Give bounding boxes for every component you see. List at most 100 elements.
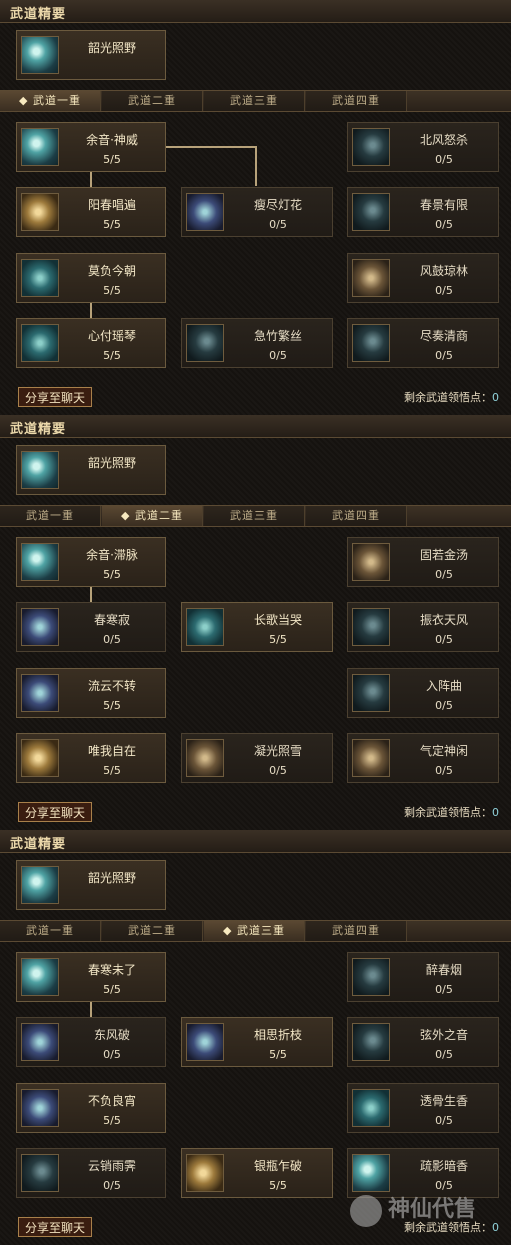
skill-icon: [352, 543, 390, 581]
connector-line: [90, 171, 92, 187]
skill-level: 0/5: [103, 1048, 121, 1061]
active-tab-marker-icon: ◆: [223, 924, 237, 937]
skill-node[interactable]: 云销雨霁 0/5: [16, 1148, 166, 1198]
skill-node[interactable]: 余音·神威 5/5: [16, 122, 166, 172]
talent-panel-1: 武道精要 韶光照野 ◆ 武道一重 武道二重 武道三重 武道四重 余音·神威 5/5…: [0, 0, 511, 415]
tab-label: 武道三重: [236, 924, 285, 937]
skill-node[interactable]: 不负良宵 5/5: [16, 1083, 166, 1133]
skill-node[interactable]: 长歌当哭 5/5: [181, 602, 333, 652]
skill-name: 心付瑶琴: [87, 329, 136, 343]
skill-node[interactable]: 春景有限 0/5: [347, 187, 499, 237]
skill-node[interactable]: 急竹繁丝 0/5: [181, 318, 333, 368]
skill-level: 5/5: [269, 1048, 287, 1061]
tab-tier-2[interactable]: 武道二重: [102, 921, 203, 941]
share-to-chat-button[interactable]: 分享至聊天: [18, 1217, 92, 1237]
skill-name: 固若金汤: [419, 548, 468, 562]
skill-node[interactable]: 弦外之音 0/5: [347, 1017, 499, 1067]
skill-level: 0/5: [435, 764, 453, 777]
section-title: 武道精要: [10, 7, 67, 22]
tab-tier-3[interactable]: ◆ 武道三重: [204, 921, 305, 941]
tab-label: 武道一重: [26, 924, 74, 937]
skill-name: 长歌当哭: [253, 613, 302, 627]
skill-node[interactable]: 春寒未了 5/5: [16, 952, 166, 1002]
skill-name: 春寒寂: [93, 613, 130, 627]
skill-icon: [21, 259, 59, 297]
featured-skill-name: 韶光照野: [87, 456, 136, 470]
tab-tier-4[interactable]: 武道四重: [306, 921, 407, 941]
skill-node[interactable]: 北风怒杀 0/5: [347, 122, 499, 172]
skill-icon: [21, 451, 59, 489]
skill-level: 5/5: [103, 284, 121, 297]
active-tab-marker-icon: ◆: [19, 94, 33, 107]
skill-name: 银瓶乍破: [253, 1159, 302, 1173]
tab-tier-2[interactable]: 武道二重: [102, 91, 203, 111]
skill-node[interactable]: 阳春唱遍 5/5: [16, 187, 166, 237]
skill-node[interactable]: 心付瑶琴 5/5: [16, 318, 166, 368]
connector-line: [255, 146, 257, 186]
skill-node[interactable]: 醉春烟 0/5: [347, 952, 499, 1002]
skill-icon: [21, 674, 59, 712]
skill-node[interactable]: 余音·滞脉 5/5: [16, 537, 166, 587]
skill-name: 余音·滞脉: [86, 548, 138, 562]
share-to-chat-button[interactable]: 分享至聊天: [18, 387, 92, 407]
skill-level: 5/5: [103, 218, 121, 231]
skill-name: 流云不转: [87, 679, 136, 693]
tab-tier-4[interactable]: 武道四重: [306, 91, 407, 111]
skill-node[interactable]: 流云不转 5/5: [16, 668, 166, 718]
skill-node[interactable]: 风鼓琼林 0/5: [347, 253, 499, 303]
skill-icon: [21, 1154, 59, 1192]
remaining-points-value: 0: [492, 806, 499, 819]
skill-icon: [21, 608, 59, 646]
tab-tier-1[interactable]: ◆ 武道一重: [0, 91, 101, 111]
skill-node[interactable]: 透骨生香 0/5: [347, 1083, 499, 1133]
skill-name: 醉春烟: [425, 963, 462, 977]
tab-tier-4[interactable]: 武道四重: [306, 506, 407, 526]
skill-node[interactable]: 唯我自在 5/5: [16, 733, 166, 783]
tier-tabs: ◆ 武道一重 武道二重 武道三重 武道四重: [0, 90, 511, 112]
skill-node[interactable]: 入阵曲 0/5: [347, 668, 499, 718]
share-to-chat-button[interactable]: 分享至聊天: [18, 802, 92, 822]
skill-node[interactable]: 瘦尽灯花 0/5: [181, 187, 333, 237]
skill-node[interactable]: 振衣天风 0/5: [347, 602, 499, 652]
tab-tier-3[interactable]: 武道三重: [204, 91, 305, 111]
tab-label: 武道二重: [128, 94, 176, 107]
skill-node[interactable]: 莫负今朝 5/5: [16, 253, 166, 303]
tab-tier-2[interactable]: ◆ 武道二重: [102, 506, 203, 526]
skill-node[interactable]: 气定神闲 0/5: [347, 733, 499, 783]
skill-node[interactable]: 凝光照雪 0/5: [181, 733, 333, 783]
skill-level: 0/5: [435, 1048, 453, 1061]
skill-icon: [21, 324, 59, 362]
featured-skill[interactable]: 韶光照野: [16, 30, 166, 80]
remaining-points-value: 0: [492, 391, 499, 404]
skill-name: 尽奏清商: [419, 329, 468, 343]
skill-name: 弦外之音: [419, 1028, 468, 1042]
skill-name: 阳春唱遍: [87, 198, 136, 212]
skill-name: 春寒未了: [87, 963, 136, 977]
section-header: 武道精要: [0, 415, 511, 438]
featured-skill[interactable]: 韶光照野: [16, 860, 166, 910]
skill-level: 5/5: [103, 1114, 121, 1127]
tab-tier-1[interactable]: 武道一重: [0, 506, 101, 526]
skill-icon: [352, 1089, 390, 1127]
watermark-logo-icon: [350, 1195, 382, 1227]
remaining-points: 剩余武道领悟点：0: [404, 804, 499, 820]
skill-icon: [352, 1154, 390, 1192]
skill-node[interactable]: 尽奏清商 0/5: [347, 318, 499, 368]
tab-tier-1[interactable]: 武道一重: [0, 921, 101, 941]
remaining-points-label: 剩余武道领悟点：: [404, 806, 492, 819]
active-tab-marker-icon: ◆: [121, 509, 135, 522]
skill-node[interactable]: 固若金汤 0/5: [347, 537, 499, 587]
skill-node[interactable]: 银瓶乍破 5/5: [181, 1148, 333, 1198]
skill-name: 莫负今朝: [87, 264, 136, 278]
skill-icon: [21, 36, 59, 74]
featured-skill[interactable]: 韶光照野: [16, 445, 166, 495]
skill-icon: [186, 324, 224, 362]
talent-panel-3: 武道精要 韶光照野 武道一重 武道二重 ◆ 武道三重 武道四重 春寒未了 5/5 …: [0, 830, 511, 1245]
skill-node[interactable]: 相思折枝 5/5: [181, 1017, 333, 1067]
tab-tier-3[interactable]: 武道三重: [204, 506, 305, 526]
skill-icon: [186, 739, 224, 777]
skill-icon: [352, 324, 390, 362]
skill-node[interactable]: 春寒寂 0/5: [16, 602, 166, 652]
skill-node[interactable]: 东风破 0/5: [16, 1017, 166, 1067]
skill-name: 入阵曲: [425, 679, 462, 693]
